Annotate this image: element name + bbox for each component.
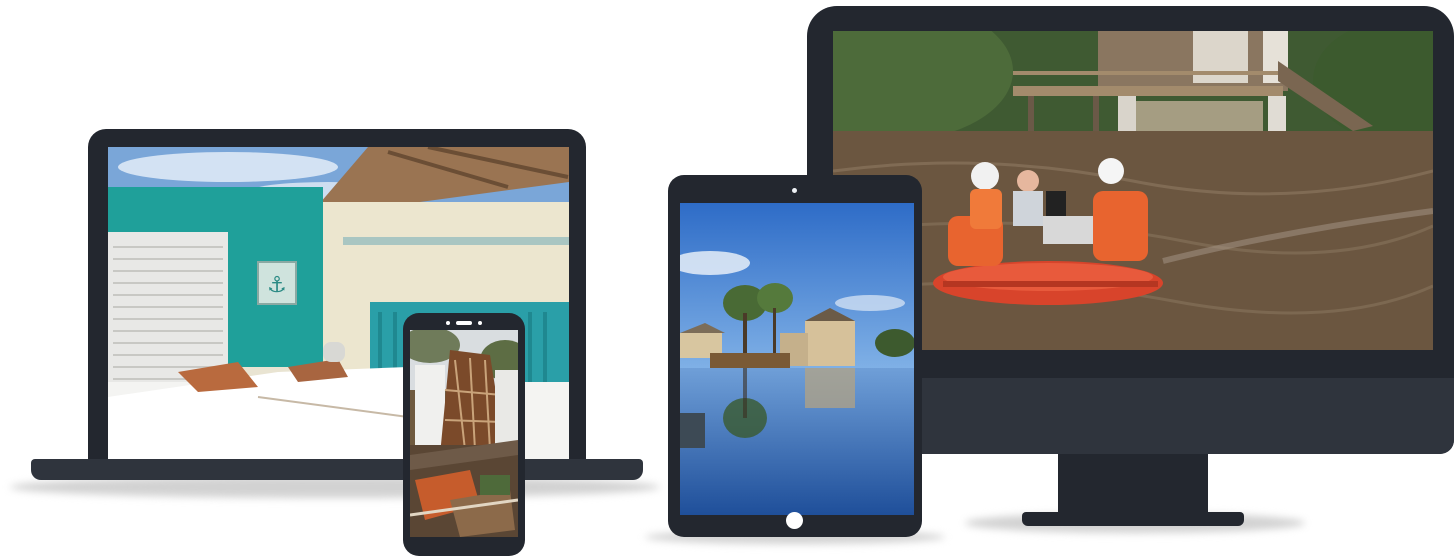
svg-text:⚓: ⚓ — [267, 273, 287, 298]
monitor-stand-foot — [1022, 512, 1244, 526]
phone-screen-photo — [410, 330, 518, 537]
laptop-base — [31, 459, 643, 480]
monitor-stand-neck — [1058, 454, 1208, 514]
phone-sensor — [446, 321, 450, 325]
phone-speaker — [456, 321, 472, 325]
flooded-neighborhood-image — [680, 203, 914, 515]
house-debris-image — [410, 330, 518, 537]
monitor-screen-photo — [833, 31, 1433, 350]
tablet-camera — [792, 188, 797, 193]
tablet-screen-photo — [680, 203, 914, 515]
tablet-home-button[interactable] — [786, 512, 803, 529]
flood-rescue-image — [833, 31, 1433, 350]
phone-camera — [478, 321, 482, 325]
